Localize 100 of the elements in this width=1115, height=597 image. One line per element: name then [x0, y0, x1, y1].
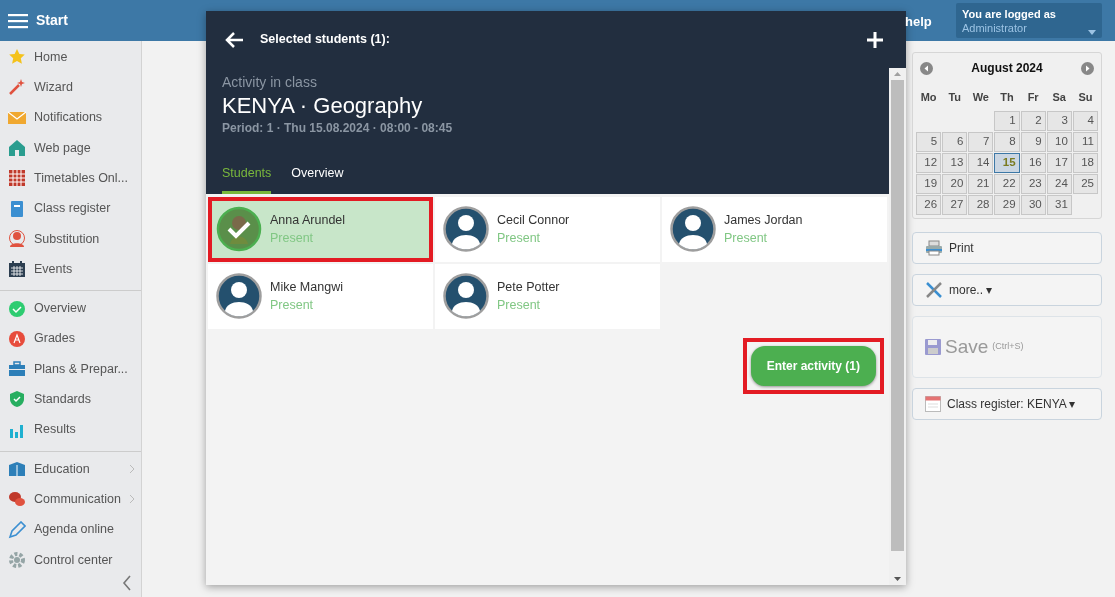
calendar-day[interactable]: 23 [1020, 174, 1046, 194]
previous-month-icon[interactable] [920, 61, 933, 75]
plus-icon[interactable] [866, 30, 884, 49]
calendar-page-icon [925, 396, 941, 412]
briefcase-icon [8, 360, 26, 379]
student-card[interactable]: James Jordan Present [662, 196, 887, 262]
calendar-icon [8, 260, 26, 279]
attendance-status: Present [497, 230, 542, 248]
calendar-day[interactable]: 5 [916, 132, 942, 152]
avatar-icon [443, 206, 489, 253]
collapse-icon[interactable] [122, 575, 132, 592]
attendance-status: Present [270, 297, 315, 315]
sidebar-item[interactable]: Overview [0, 293, 141, 324]
sidebar-item[interactable]: Education [0, 453, 141, 485]
house-icon [8, 139, 26, 158]
calendar-day[interactable]: 26 [916, 195, 942, 215]
calendar-day[interactable]: 27 [942, 195, 968, 215]
student-card[interactable]: Cecil Connor Present [435, 196, 660, 262]
user-name: Administrator [962, 22, 1027, 34]
caret-icon [1088, 30, 1096, 35]
calendar-day[interactable]: 13 [942, 153, 968, 173]
calendar-day[interactable]: 3 [1046, 111, 1072, 131]
student-name: Cecil Connor [497, 211, 570, 229]
sidebar-item[interactable]: Substitution [0, 223, 141, 255]
calendar-day[interactable]: 29 [994, 195, 1020, 215]
calendar-day[interactable]: 17 [1046, 153, 1072, 173]
student-name: James Jordan [724, 211, 803, 229]
calendar-day[interactable]: 31 [1046, 195, 1072, 215]
avatar-icon [216, 273, 262, 320]
student-card[interactable]: Mike Mangwi Present [208, 263, 433, 329]
login-label: You are logged as [962, 7, 1057, 21]
calendar-day[interactable]: 4 [1072, 111, 1098, 131]
sidebar-item[interactable]: Standards [0, 384, 141, 415]
grid-calendar-icon [8, 169, 26, 188]
calendar-day[interactable]: 2 [1020, 111, 1046, 131]
user-menu[interactable]: You are logged as Administrator [956, 3, 1102, 38]
sidebar-item[interactable]: Communication [0, 484, 141, 515]
calendar-day[interactable]: 22 [994, 174, 1020, 194]
calendar-day[interactable]: 30 [1020, 195, 1046, 215]
sidebar-item[interactable]: Events [0, 254, 141, 285]
calendar-day[interactable]: 6 [942, 132, 968, 152]
notebook-icon [8, 199, 26, 218]
menu-icon[interactable] [8, 12, 28, 29]
menu-button[interactable]: Class register: KENYA ▾ [912, 388, 1102, 420]
printer-icon [925, 240, 943, 256]
weekday-label: We [971, 89, 990, 105]
sidebar-item[interactable]: Grades [0, 323, 141, 354]
calendar-day[interactable]: 24 [1046, 174, 1072, 194]
student-name: Mike Mangwi [270, 278, 343, 296]
calendar-day[interactable]: 21 [968, 174, 994, 194]
calendar-day[interactable]: 12 [916, 153, 942, 173]
weekday-label: Sa [1051, 89, 1067, 105]
back-arrow-icon[interactable] [224, 30, 244, 49]
attendance-status: Present [497, 297, 542, 315]
calendar-day[interactable]: 25 [1072, 174, 1098, 194]
sidebar-item[interactable]: Class register [0, 193, 141, 224]
sidebar-item[interactable]: Results [0, 414, 141, 445]
calendar-day[interactable]: 19 [916, 174, 942, 194]
calendar-day[interactable]: 20 [942, 174, 968, 194]
sidebar-item[interactable]: Plans & Prepar... [0, 353, 141, 385]
student-card[interactable]: Anna Arundel Present [208, 196, 433, 262]
student-name: Pete Potter [497, 278, 560, 296]
sidebar-item[interactable]: Home [0, 42, 141, 73]
weekday-label: Su [1077, 89, 1094, 105]
menu-button[interactable]: more.. ▾ [912, 274, 1102, 306]
tab[interactable]: Overview [291, 164, 344, 194]
calendar-day[interactable]: 1 [994, 111, 1020, 131]
sidebar-item[interactable]: Agenda online [0, 514, 141, 545]
calendar-day[interactable]: 10 [1046, 132, 1072, 152]
chevron-icon [129, 494, 135, 505]
chat-icon [8, 490, 26, 509]
student-name: Anna Arundel [270, 211, 346, 229]
calendar-day[interactable]: 9 [1020, 132, 1046, 152]
attendance-status: Present [270, 230, 315, 248]
calendar-day[interactable]: 14 [968, 153, 994, 173]
tab[interactable]: Students [222, 164, 272, 194]
activity-title: KENYA · Geography [222, 93, 424, 119]
sidebar-item[interactable]: Wizard [0, 72, 141, 103]
calendar-day[interactable]: 28 [968, 195, 994, 215]
pen-icon [8, 520, 26, 539]
sidebar-item[interactable]: Notifications [0, 102, 141, 133]
sidebar-item[interactable]: Control center [0, 544, 141, 576]
weekday-label: Tu [947, 89, 962, 105]
help-link[interactable]: help [905, 12, 932, 32]
sidebar-item[interactable]: Timetables Onl... [0, 163, 141, 194]
avatar-icon [670, 206, 716, 253]
calendar-day[interactable]: 8 [994, 132, 1020, 152]
avatar-icon [443, 273, 489, 320]
dialog-title: Selected students (1): [260, 31, 391, 49]
calendar-day[interactable]: 7 [968, 132, 994, 152]
print-button[interactable]: Print [912, 232, 1102, 264]
calendar-day[interactable]: 11 [1072, 132, 1098, 152]
calendar-day[interactable]: 16 [1020, 153, 1046, 173]
weekday-label: Th [999, 89, 1015, 105]
scrollbar[interactable] [889, 68, 906, 585]
weekday-label: Fr [1026, 89, 1040, 105]
next-month-icon[interactable] [1081, 61, 1094, 75]
calendar-day[interactable]: 18 [1072, 153, 1098, 173]
sidebar-item[interactable]: Web page [0, 132, 141, 164]
student-card[interactable]: Pete Potter Present [435, 263, 660, 329]
